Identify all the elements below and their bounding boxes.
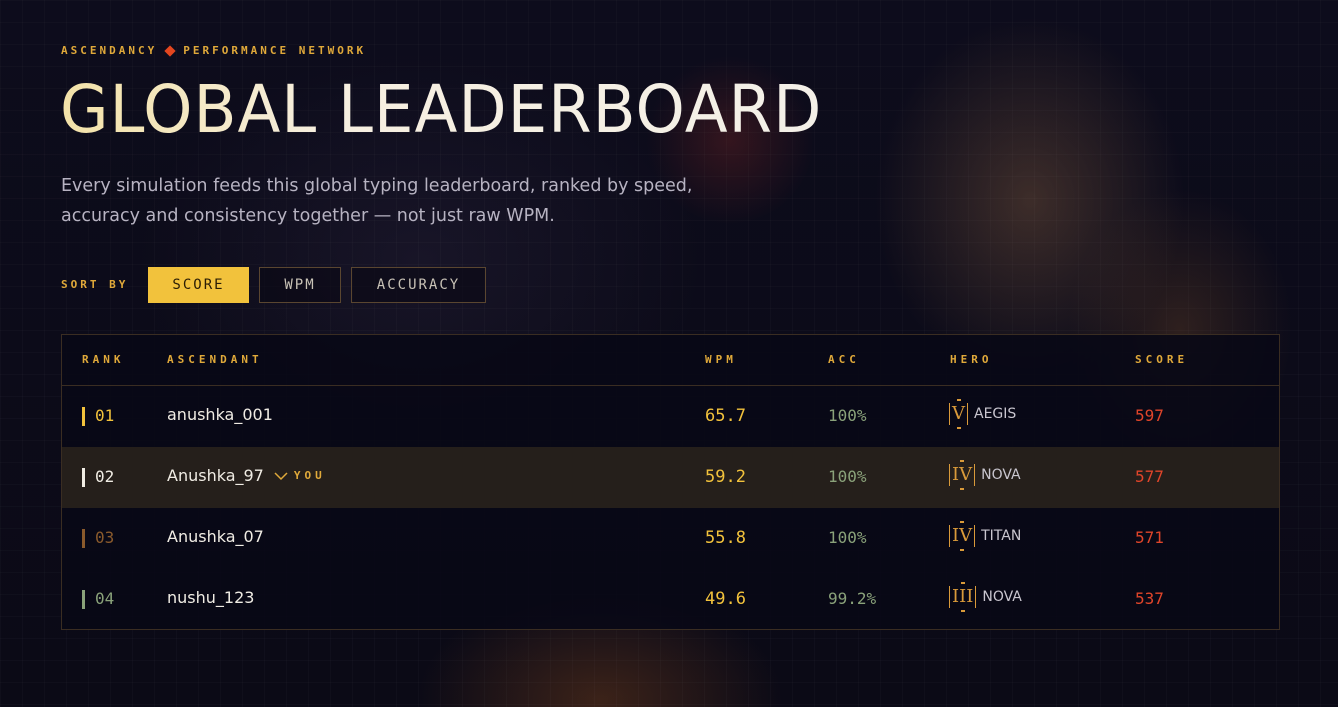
player-name: anushka_001 [167, 405, 273, 424]
eyebrow-network: PERFORMANCE NETWORK [183, 44, 367, 57]
acc-value: 99.2% [828, 589, 877, 608]
score-value: 537 [1135, 589, 1164, 608]
column-wpm: WPM [705, 353, 737, 366]
table-row[interactable]: 03 Anushka_07 55.8 100% IV TITAN 571 [62, 508, 1279, 569]
tier-badge-icon: III [949, 586, 977, 608]
hero-cell: V AEGIS [949, 403, 1016, 425]
score-value: 597 [1135, 406, 1164, 425]
rank-number: 04 [95, 589, 115, 608]
subtitle-line-1: Every simulation feeds this global typin… [61, 176, 693, 196]
score-value: 577 [1135, 467, 1164, 486]
rank-bar [82, 468, 85, 487]
subtitle-line-2: accuracy and consistency together — not … [61, 206, 555, 226]
acc-value: 100% [828, 467, 867, 486]
score-value: 571 [1135, 528, 1164, 547]
player-name: Anushka_97 YOU [167, 466, 326, 485]
table-row[interactable]: 04 nushu_123 49.6 99.2% III NOVA 537 [62, 569, 1279, 630]
column-ascendant: ASCENDANT [167, 353, 263, 366]
diamond-icon [164, 44, 176, 57]
sort-wpm-button[interactable]: WPM [259, 267, 341, 303]
hero-name: TITAN [981, 528, 1022, 544]
tier-badge-icon: V [949, 403, 968, 425]
hero-name: AEGIS [974, 406, 1017, 422]
acc-value: 100% [828, 406, 867, 425]
player-name-text: Anushka_97 [167, 466, 264, 485]
page-title: GLOBAL LEADERBOARD [60, 71, 823, 148]
sort-accuracy-button[interactable]: ACCURACY [351, 267, 486, 303]
column-rank: RANK [82, 353, 125, 366]
hero-cell: III NOVA [949, 586, 1022, 608]
wpm-value: 59.2 [705, 467, 746, 487]
rank-bar [82, 529, 85, 548]
column-hero: HERO [950, 353, 993, 366]
you-tag: YOU [274, 469, 326, 482]
player-name-text: anushka_001 [167, 405, 273, 424]
rank-bar [82, 407, 85, 426]
player-name: nushu_123 [167, 588, 254, 607]
table-row-you[interactable]: 02 Anushka_97 YOU 59.2 100% IV NOVA 577 [62, 447, 1279, 508]
column-score: SCORE [1135, 353, 1189, 366]
rank-bar [82, 590, 85, 609]
page-subtitle: Every simulation feeds this global typin… [61, 171, 761, 231]
sort-label: SORT BY [61, 278, 129, 291]
hero-cell: IV NOVA [949, 464, 1021, 486]
acc-value: 100% [828, 528, 867, 547]
column-acc: ACC [828, 353, 860, 366]
wpm-value: 49.6 [705, 589, 746, 609]
hero-name: NOVA [982, 589, 1022, 605]
table-row[interactable]: 01 anushka_001 65.7 100% V AEGIS 597 [62, 386, 1279, 447]
wpm-value: 65.7 [705, 406, 746, 426]
leaderboard-table: RANK ASCENDANT WPM ACC HERO SCORE 01 anu… [61, 334, 1280, 630]
wpm-value: 55.8 [705, 528, 746, 548]
hero-name: NOVA [981, 467, 1021, 483]
table-header: RANK ASCENDANT WPM ACC HERO SCORE [62, 335, 1279, 386]
hero-cell: IV TITAN [949, 525, 1021, 547]
rank-number: 01 [95, 406, 115, 425]
rank-number: 02 [95, 467, 115, 486]
eyebrow: ASCENDANCY PERFORMANCE NETWORK [61, 44, 366, 57]
table-body: 01 anushka_001 65.7 100% V AEGIS 597 02 … [62, 386, 1279, 630]
chevron-down-icon [274, 471, 288, 480]
sort-score-button[interactable]: SCORE [148, 267, 249, 303]
player-name-text: nushu_123 [167, 588, 255, 607]
player-name-text: Anushka_07 [167, 527, 264, 546]
eyebrow-brand: ASCENDANCY [61, 44, 158, 57]
tier-badge-icon: IV [949, 464, 976, 486]
you-label: YOU [293, 469, 326, 482]
tier-badge-icon: IV [949, 525, 976, 547]
rank-number: 03 [95, 528, 115, 547]
page: ASCENDANCY PERFORMANCE NETWORK GLOBAL LE… [0, 0, 1338, 707]
player-name: Anushka_07 [167, 527, 264, 546]
